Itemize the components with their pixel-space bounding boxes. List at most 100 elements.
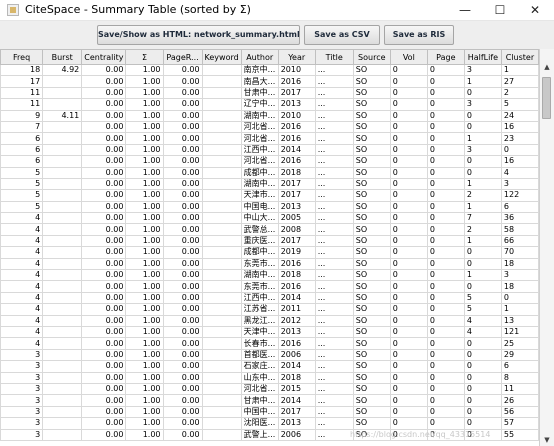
table-cell: [201, 371, 242, 384]
table-row[interactable]: 6 0.00 1.00 0.00 河北省... 2016... SO 0 0 0 16: [0, 155, 539, 168]
column-header[interactable]: Cluster: [500, 49, 539, 65]
column-header[interactable]: Vol: [389, 49, 428, 65]
table-cell: 16: [500, 155, 539, 168]
table-row[interactable]: 3 0.00 1.00 0.00 石家庄... 2014... SO 0 0 0 6: [0, 360, 539, 373]
table-cell: 4: [0, 314, 44, 328]
minimize-icon[interactable]: —: [448, 0, 482, 20]
column-header[interactable]: Centrality: [81, 49, 127, 65]
table-row[interactable]: 4 0.00 1.00 0.00 东莞市... 2016... SO 0 0 0 18: [0, 257, 539, 271]
table-row[interactable]: 11 0.00 1.00 0.00 甘肃中... 2017... SO 0 0 0 2: [0, 86, 539, 100]
column-header[interactable]: Author: [240, 49, 279, 65]
close-icon[interactable]: ✕: [518, 0, 552, 20]
table-cell: 55: [500, 428, 539, 441]
table-cell: 4: [0, 325, 44, 339]
table-cell: SO: [352, 75, 391, 88]
scroll-up-icon[interactable]: ▲: [540, 61, 554, 73]
column-header[interactable]: Page: [426, 49, 465, 65]
table-cell: 11: [0, 98, 44, 111]
table-row[interactable]: 5 0.00 1.00 0.00 中国电... 2013... SO 0 0 1 6: [0, 200, 539, 214]
table-cell: 1.00: [125, 155, 164, 168]
table-row[interactable]: 17 0.00 1.00 0.00 南昌大... 2016... SO 0 0 1 27: [0, 75, 539, 88]
table-row[interactable]: 4 0.00 1.00 0.00 中山大... 2005... SO 0 0 7 36: [0, 212, 539, 225]
table-cell: 2016: [277, 132, 316, 145]
summary-table: Freq Burst Centrality Σ PageR... Keyword Autho…: [0, 49, 539, 441]
table-row[interactable]: 4 0.00 1.00 0.00 成都中... 2019... SO 0 0 0 70: [0, 246, 539, 259]
table-cell: 江苏省...: [240, 303, 279, 316]
table-cell: 2016: [277, 75, 316, 88]
table-row[interactable]: 3 0.00 1.00 0.00 首都医... 2006... SO 0 0 0 29: [0, 348, 539, 362]
table-cell: 6: [0, 132, 44, 145]
table-row[interactable]: 4 0.00 1.00 0.00 湖南中... 2018... SO 0 0 1 3: [0, 269, 539, 282]
table-cell: 0: [463, 394, 502, 407]
table-cell: [42, 314, 83, 328]
scrollbar-thumb[interactable]: [542, 77, 551, 119]
column-header[interactable]: Title: [314, 49, 354, 65]
table-cell: ...: [314, 246, 354, 259]
table-row[interactable]: 4 0.00 1.00 0.00 江西中... 2014... SO 0 0 5 0: [0, 291, 539, 305]
table-cell: 1.00: [125, 382, 164, 396]
column-header[interactable]: Year: [277, 49, 316, 65]
table-row[interactable]: 4 0.00 1.00 0.00 东莞市... 2016... SO 0 0 0 18: [0, 280, 539, 293]
table-row[interactable]: 4 0.00 1.00 0.00 长春市... 2016... SO 0 0 0 25: [0, 337, 539, 350]
table-cell: 0: [389, 109, 428, 122]
table-cell: [42, 382, 83, 396]
table-cell: ...: [314, 166, 354, 179]
table-cell: [201, 200, 242, 214]
scroll-down-icon[interactable]: ▼: [540, 434, 554, 446]
table-row[interactable]: 3 0.00 1.00 0.00 中国中... 2017... SO 0 0 0 56: [0, 405, 539, 419]
table-cell: 2011: [277, 303, 316, 316]
column-header[interactable]: HalfLife: [463, 49, 502, 65]
table-cell: 0: [463, 405, 502, 419]
table-row[interactable]: 18 4.92 0.00 1.00 0.00 南京中... 2010... SO 0 0 3 1: [0, 63, 539, 77]
table-row[interactable]: 6 0.00 1.00 0.00 河北省... 2016... SO 0 0 1 23: [0, 132, 539, 145]
table-cell: [201, 382, 242, 396]
table-cell: [201, 325, 242, 339]
table-cell: 0.00: [162, 348, 203, 362]
table-cell: 重庆医...: [240, 234, 279, 248]
table-row[interactable]: 4 0.00 1.00 0.00 黑龙江... 2012... SO 0 0 4 13: [0, 314, 539, 328]
table-cell: 3: [0, 371, 44, 384]
table-row[interactable]: 3 0.00 1.00 0.00 河北省... 2015... SO 0 0 0 11: [0, 382, 539, 396]
table-row[interactable]: 4 0.00 1.00 0.00 武警总... 2008... SO 0 0 2 58: [0, 223, 539, 236]
table-row[interactable]: 11 0.00 1.00 0.00 辽宁中... 2013... SO 0 0 3 5: [0, 98, 539, 111]
table-row[interactable]: 7 0.00 1.00 0.00 河北省... 2016... SO 0 0 0 16: [0, 120, 539, 134]
table-row[interactable]: 3 0.00 1.00 0.00 沈阳医... 2013... SO 0 0 0 57: [0, 417, 539, 430]
column-header[interactable]: Freq: [0, 49, 44, 65]
column-header[interactable]: Σ: [125, 49, 164, 65]
table-cell: 1.00: [125, 348, 164, 362]
table-cell: 2014: [277, 360, 316, 373]
table-row[interactable]: 4 0.00 1.00 0.00 江苏省... 2011... SO 0 0 5 1: [0, 303, 539, 316]
table-cell: 0: [426, 303, 465, 316]
column-header[interactable]: Source: [352, 49, 391, 65]
save-ris-button[interactable]: Save as RIS: [384, 25, 454, 45]
table-row[interactable]: 3 0.00 1.00 0.00 山东中... 2018... SO 0 0 0 8: [0, 371, 539, 384]
save-csv-button[interactable]: Save as CSV: [304, 25, 380, 45]
save-html-button[interactable]: Save/Show as HTML: network_summary.html: [97, 25, 300, 45]
table-row[interactable]: 4 0.00 1.00 0.00 重庆医... 2017... SO 0 0 1 66: [0, 234, 539, 248]
table-row[interactable]: 3 0.00 1.00 0.00 甘肃中... 2014... SO 0 0 0 26: [0, 394, 539, 407]
table-row[interactable]: 4 0.00 1.00 0.00 天津中... 2013... SO 0 0 4 121: [0, 325, 539, 339]
table-row[interactable]: 6 0.00 1.00 0.00 江西中... 2014... SO 0 0 3 0: [0, 143, 539, 157]
table-cell: 4: [463, 325, 502, 339]
vertical-scrollbar[interactable]: ▲ ▼: [539, 49, 554, 446]
column-header[interactable]: PageR...: [162, 49, 203, 65]
table-cell: 0.00: [81, 75, 127, 88]
column-header[interactable]: Keyword: [201, 49, 242, 65]
table-row[interactable]: 5 0.00 1.00 0.00 天津市... 2017... SO 0 0 2 122: [0, 189, 539, 202]
table-cell: [42, 257, 83, 271]
table-cell: 57: [500, 417, 539, 430]
table-cell: 0: [389, 371, 428, 384]
table-cell: [42, 120, 83, 134]
table-row[interactable]: 9 4.11 0.00 1.00 0.00 湖南中... 2010... SO 0 0 0 24: [0, 109, 539, 122]
table-cell: 0: [463, 337, 502, 350]
column-header[interactable]: Burst: [42, 49, 83, 65]
table-row[interactable]: 5 0.00 1.00 0.00 成都中... 2018... SO 0 0 0 4: [0, 166, 539, 179]
table-row[interactable]: 5 0.00 1.00 0.00 湖南中... 2017... SO 0 0 1 3: [0, 177, 539, 191]
table-cell: 4: [500, 166, 539, 179]
table-cell: 4: [0, 223, 44, 236]
maximize-icon[interactable]: ☐: [483, 0, 517, 20]
table-cell: 江西中...: [240, 143, 279, 157]
table-cell: [201, 337, 242, 350]
table-cell: 湖南中...: [240, 109, 279, 122]
table-cell: 2016: [277, 155, 316, 168]
